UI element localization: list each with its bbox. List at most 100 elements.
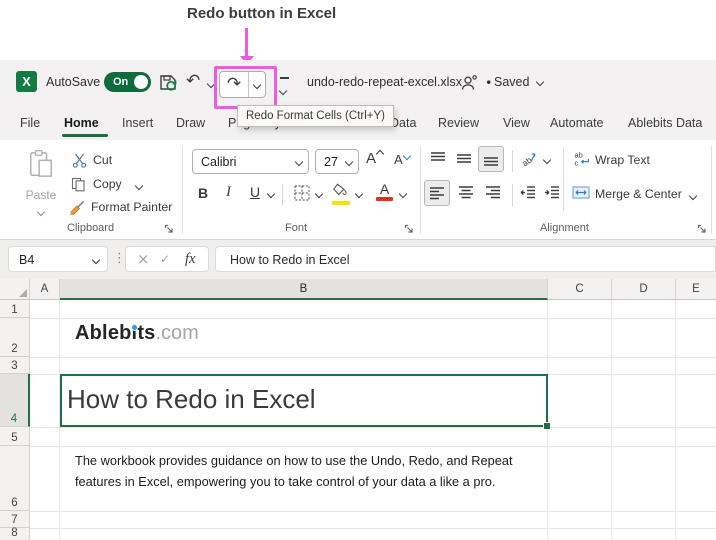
name-box-value: B4 xyxy=(19,253,34,267)
copy-button[interactable]: Copy xyxy=(93,177,122,191)
font-size-combo[interactable]: 27 xyxy=(315,149,359,174)
borders-dropdown-icon[interactable] xyxy=(315,190,323,198)
align-middle-icon[interactable] xyxy=(456,151,472,166)
redo-tooltip: Redo Format Cells (Ctrl+Y) xyxy=(237,105,394,127)
font-name-combo[interactable]: Calibri xyxy=(192,149,309,174)
bold-button[interactable]: B xyxy=(198,185,208,201)
row-header-6[interactable]: 6 xyxy=(0,446,30,511)
formula-input[interactable]: How to Redo in Excel xyxy=(215,246,716,272)
tab-view[interactable]: View xyxy=(503,116,530,130)
font-color-swatch xyxy=(376,197,393,201)
fill-handle[interactable] xyxy=(543,422,551,430)
row-header-1[interactable]: 1 xyxy=(0,300,30,318)
row-header-4[interactable]: 4 xyxy=(0,374,30,427)
tab-file[interactable]: File xyxy=(20,116,40,130)
merge-center-icon[interactable] xyxy=(572,186,590,199)
formula-bar-row: B4 ⋮ × ✓ fx How to Redo in Excel xyxy=(0,240,716,279)
column-header-E[interactable]: E xyxy=(676,279,716,300)
merge-center-dropdown-icon[interactable] xyxy=(689,192,697,200)
saved-status[interactable]: Saved xyxy=(494,75,529,89)
font-dialog-launcher-icon[interactable] xyxy=(404,224,414,234)
row-header-5[interactable]: 5 xyxy=(0,427,30,446)
autosave-toggle[interactable]: On xyxy=(104,72,151,92)
body-line-2: features in Excel, empowering you to tak… xyxy=(75,471,513,492)
italic-button[interactable]: I xyxy=(226,184,231,201)
row-header-8[interactable]: 8 xyxy=(0,528,30,540)
cancel-icon[interactable]: × xyxy=(137,250,150,268)
align-bottom-button-selected[interactable] xyxy=(478,146,504,172)
align-top-icon[interactable] xyxy=(430,151,446,166)
tab-draw[interactable]: Draw xyxy=(176,116,205,130)
format-painter-icon[interactable] xyxy=(69,200,85,216)
align-left-button-selected[interactable] xyxy=(424,180,450,206)
tab-ablebits-data[interactable]: Ablebits Data xyxy=(628,116,702,130)
save-icon[interactable] xyxy=(158,72,178,92)
copy-dropdown-icon[interactable] xyxy=(135,182,143,190)
fill-color-dropdown-icon[interactable] xyxy=(355,190,363,198)
font-color-button[interactable]: A xyxy=(376,182,393,203)
font-color-dropdown-icon[interactable] xyxy=(399,190,407,198)
gridline xyxy=(611,300,612,540)
cut-icon[interactable] xyxy=(72,153,87,168)
column-header-A[interactable]: A xyxy=(30,279,60,300)
document-title[interactable]: undo-redo-repeat-excel.xlsx xyxy=(307,75,462,89)
select-all-corner[interactable] xyxy=(0,279,30,300)
borders-icon[interactable] xyxy=(294,185,310,201)
annotation-arrow xyxy=(245,28,248,57)
orientation-icon[interactable]: ab xyxy=(520,149,537,166)
chevron-down-icon xyxy=(253,80,261,88)
tab-insert[interactable]: Insert xyxy=(122,116,153,130)
saved-dropdown-icon[interactable] xyxy=(536,78,544,86)
align-center-icon[interactable] xyxy=(458,185,474,200)
copy-icon[interactable] xyxy=(71,177,86,192)
insert-function-icon[interactable]: fx xyxy=(185,251,195,268)
increase-indent-icon[interactable] xyxy=(544,185,560,200)
name-box[interactable]: B4 xyxy=(8,246,108,272)
redo-dropdown[interactable] xyxy=(249,72,265,97)
select-all-triangle-icon xyxy=(19,289,27,297)
tab-review[interactable]: Review xyxy=(438,116,479,130)
name-box-dropdown-icon xyxy=(92,256,100,264)
formula-value: How to Redo in Excel xyxy=(230,253,350,267)
logo-blue-dot xyxy=(132,325,137,330)
cell-B4-text: How to Redo in Excel xyxy=(67,384,546,415)
underline-dropdown-icon[interactable] xyxy=(267,190,275,198)
row-header-2[interactable]: 2 xyxy=(0,318,30,357)
align-right-icon[interactable] xyxy=(485,185,501,200)
row-header-7[interactable]: 7 xyxy=(0,511,30,528)
clipboard-dialog-launcher-icon[interactable] xyxy=(164,224,174,234)
redo-highlight-box: ↷ xyxy=(214,66,277,109)
svg-text:c: c xyxy=(575,158,579,166)
separator xyxy=(512,184,513,206)
paste-button[interactable]: Paste xyxy=(18,147,64,223)
column-header-D[interactable]: D xyxy=(612,279,676,300)
orientation-dropdown-icon[interactable] xyxy=(543,156,551,164)
gridline xyxy=(30,528,716,529)
tab-automate[interactable]: Automate xyxy=(550,116,604,130)
underline-button[interactable]: U xyxy=(250,184,260,200)
chevron-down-icon xyxy=(295,157,303,165)
column-header-B[interactable]: B xyxy=(60,279,548,300)
grow-font-button[interactable]: A xyxy=(366,150,383,167)
redo-button[interactable]: ↷ xyxy=(219,71,266,98)
column-header-C[interactable]: C xyxy=(548,279,612,300)
selected-cell-B4[interactable]: How to Redo in Excel xyxy=(60,374,548,427)
customize-toolbar-icon[interactable] xyxy=(280,77,289,99)
undo-icon[interactable]: ↶ xyxy=(186,73,200,90)
redo-icon[interactable]: ↷ xyxy=(220,72,249,97)
clipboard-group-label: Clipboard xyxy=(67,222,114,234)
alignment-dialog-launcher-icon[interactable] xyxy=(697,224,707,234)
cut-button[interactable]: Cut xyxy=(93,153,112,167)
enter-icon[interactable]: ✓ xyxy=(160,252,170,266)
shrink-font-button[interactable]: A xyxy=(394,152,410,167)
decrease-indent-icon[interactable] xyxy=(520,185,536,200)
person-icon[interactable] xyxy=(460,74,478,92)
wrap-text-button[interactable]: Wrap Text xyxy=(595,153,650,167)
cell-B6-text: The workbook provides guidance on how to… xyxy=(75,450,513,492)
row-header-3[interactable]: 3 xyxy=(0,357,30,374)
format-painter-button[interactable]: Format Painter xyxy=(91,200,172,214)
fill-color-button[interactable] xyxy=(332,183,350,203)
tab-home[interactable]: Home xyxy=(64,116,99,130)
merge-center-button[interactable]: Merge & Center xyxy=(595,187,682,201)
wrap-text-icon[interactable]: ab c xyxy=(574,151,591,166)
